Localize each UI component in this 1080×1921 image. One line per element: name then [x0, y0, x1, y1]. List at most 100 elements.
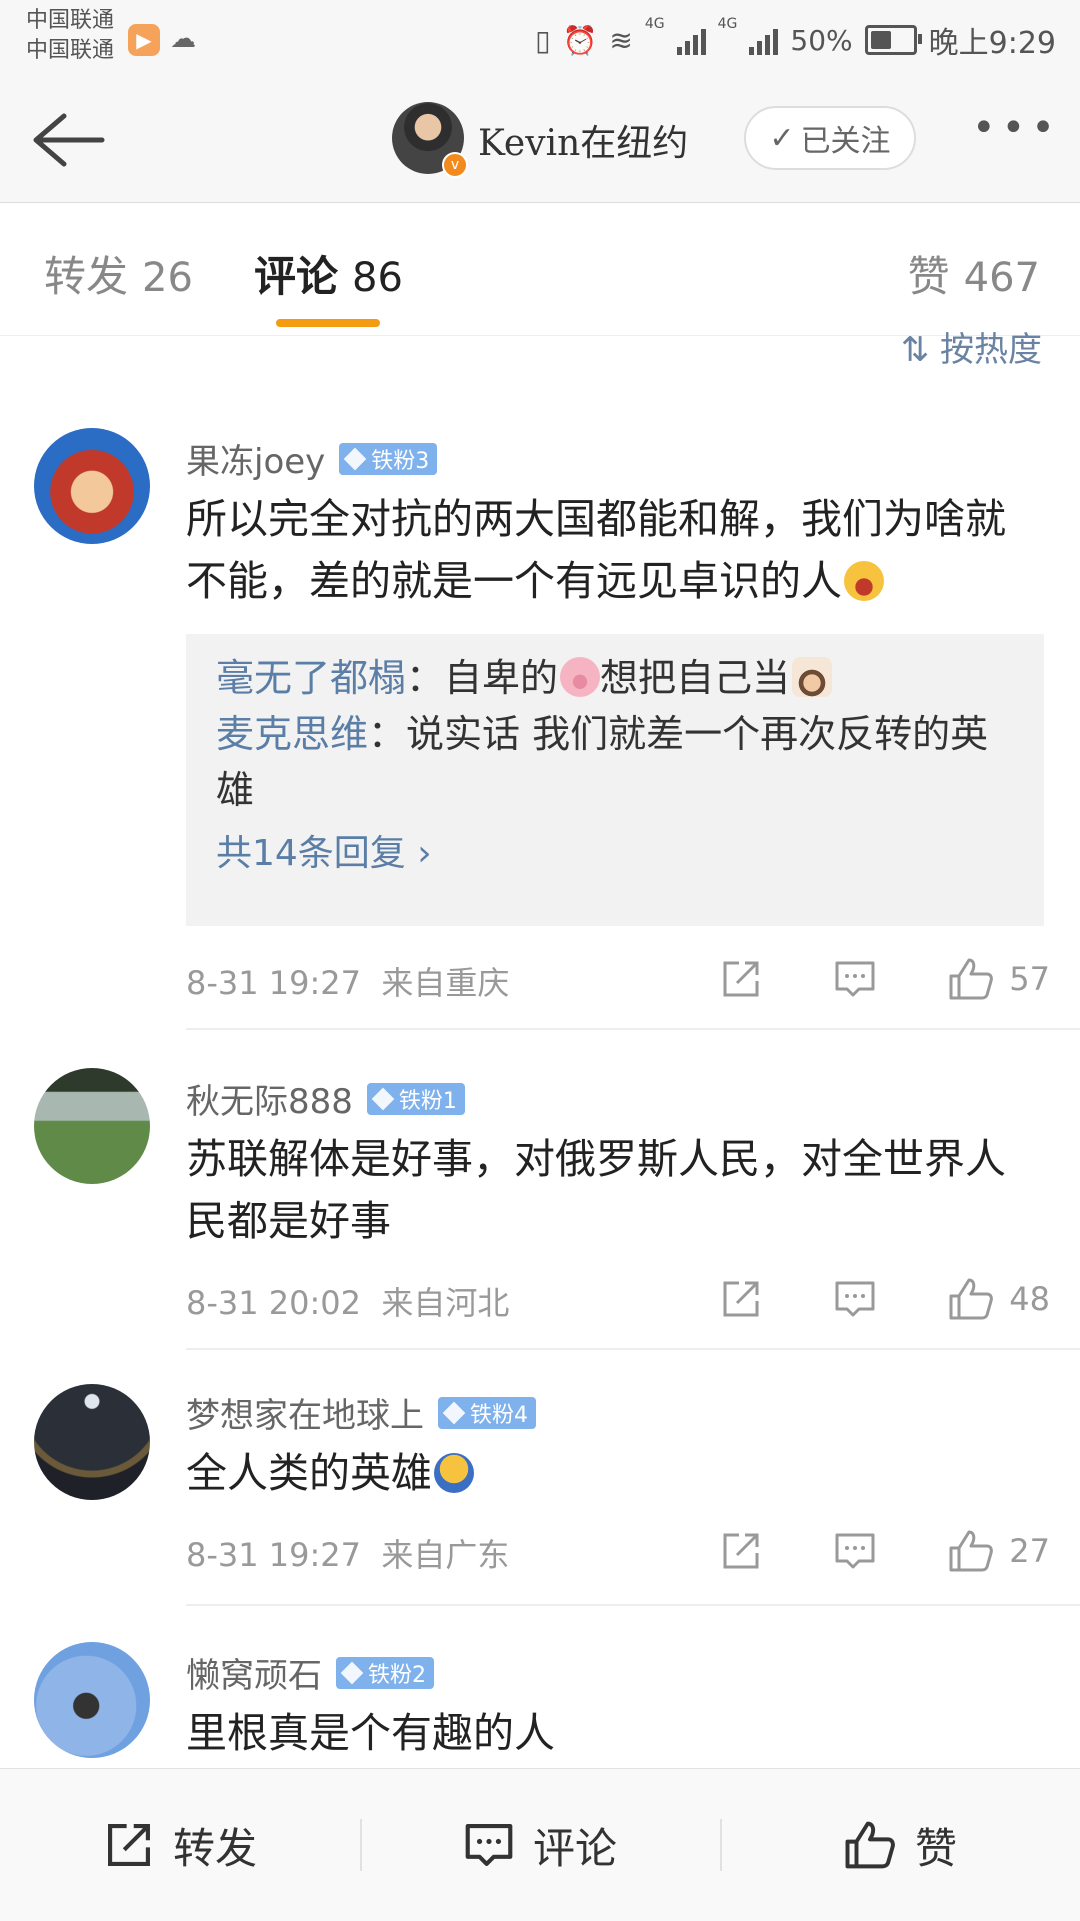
comment-meta: 8-31 19:27 来自广东 — [186, 1530, 509, 1576]
reply-comment-icon[interactable] — [833, 957, 877, 1001]
user-name: 懒窝顽石 — [186, 1656, 322, 1696]
fan-badge: 铁粉4 — [438, 1396, 536, 1429]
network-label: 4G — [644, 16, 665, 32]
comment-location: 来自广东 — [381, 1536, 510, 1574]
video-app-icon: ▶ — [128, 24, 160, 56]
verified-badge-icon: v — [442, 152, 468, 178]
comment-actions: 27 — [719, 1528, 1050, 1574]
more-menu-icon[interactable]: ••• — [972, 108, 1055, 158]
bottom-action-bar: 转发 评论 赞 — [0, 1768, 1080, 1921]
carrier-label: 中国联通 — [26, 8, 115, 33]
sort-button[interactable]: ⇅ 按热度 — [901, 322, 1042, 371]
thumbs-up-icon — [949, 958, 994, 1000]
clock: 晚上9:29 — [928, 26, 1056, 61]
reply-author[interactable]: 毫无了都榻 — [216, 656, 406, 700]
reply-comment-icon[interactable] — [833, 1277, 877, 1321]
like-button[interactable]: 57 — [947, 956, 1050, 1002]
cow-emoji-icon — [792, 657, 833, 697]
comment-user[interactable]: 果冻joey 铁粉3 — [186, 434, 438, 483]
diamond-icon — [371, 1087, 395, 1110]
avatar[interactable] — [34, 428, 150, 544]
view-more-replies-link[interactable]: 共14条回复 › — [216, 826, 1014, 882]
sort-icon: ⇅ — [900, 330, 940, 370]
comment-meta: 8-31 20:02 来自河北 — [186, 1278, 509, 1324]
reply-box[interactable]: 毫无了都榻：自卑的 想把自己当 麦克思维：说实话 我们就差一个再次反转的英雄 共1… — [186, 634, 1044, 926]
chevron-right-icon: › — [405, 833, 432, 874]
comment-time: 8-31 19:27 — [186, 1536, 362, 1574]
fan-badge-label: 铁粉2 — [368, 1662, 426, 1688]
tab-count: 86 — [352, 255, 403, 301]
comment-user[interactable]: 秋无际888 铁粉1 — [186, 1074, 465, 1123]
more-replies-label: 共14条回复 — [216, 833, 406, 874]
follow-label: 已关注 — [800, 124, 891, 159]
reply-author[interactable]: 麦克思维 — [216, 712, 368, 756]
like-button[interactable]: 27 — [947, 1528, 1050, 1574]
fan-badge: 铁粉2 — [336, 1656, 434, 1689]
tab-bar: 转发 26 评论 86 赞 467 — [0, 203, 1080, 336]
diamond-icon — [340, 1661, 364, 1684]
comment-icon — [465, 1824, 513, 1866]
reply-item: 毫无了都榻：自卑的 想把自己当 — [216, 650, 1014, 706]
comment-body: 全人类的英雄 — [186, 1449, 432, 1497]
follow-button[interactable]: ✓ 已关注 — [744, 106, 916, 170]
signal-icon — [676, 25, 706, 55]
user-name: 果冻joey — [186, 442, 326, 482]
divider — [186, 1028, 1080, 1030]
comment-meta: 8-31 19:27 来自重庆 — [186, 958, 509, 1004]
like-post-button[interactable]: 赞 — [720, 1769, 1080, 1921]
user-name: 秋无际888 — [186, 1082, 353, 1122]
avatar[interactable] — [34, 1642, 150, 1758]
like-count: 48 — [1009, 1280, 1050, 1318]
comment-time: 8-31 20:02 — [186, 1284, 362, 1322]
comment-user[interactable]: 梦想家在地球上 铁粉4 — [186, 1388, 536, 1437]
share-icon[interactable] — [719, 957, 763, 1001]
tab-label: 转发 — [44, 252, 129, 301]
network-label: 4G — [717, 16, 738, 32]
comment-text: 苏联解体是好事，对俄罗斯人民，对全世界人民都是好事 — [186, 1128, 1046, 1252]
tab-repost[interactable]: 转发 26 — [44, 243, 193, 304]
fan-badge: 铁粉1 — [366, 1082, 465, 1115]
thumbs-up-icon — [949, 1530, 994, 1572]
thumbs-up-icon — [845, 1821, 895, 1869]
wifi-icon: ≋ — [609, 23, 633, 57]
comment-location: 来自重庆 — [381, 964, 510, 1002]
reply-text: 自卑的 — [444, 656, 559, 700]
laughing-emoji-icon — [844, 561, 884, 601]
battery-icon — [864, 25, 922, 55]
pig-emoji-icon — [560, 657, 601, 697]
tab-count: 26 — [142, 255, 193, 301]
like-label: 赞 — [914, 1823, 957, 1873]
wechat-icon: ☁ — [170, 24, 196, 54]
tab-likes[interactable]: 赞 467 — [908, 243, 1040, 304]
comment-button[interactable]: 评论 — [360, 1769, 720, 1921]
fan-badge-label: 铁粉4 — [470, 1402, 528, 1428]
share-icon[interactable] — [719, 1529, 763, 1573]
sort-label: 按热度 — [940, 330, 1042, 370]
share-icon[interactable] — [719, 1277, 763, 1321]
hug-emoji-icon — [434, 1453, 474, 1493]
tab-count: 467 — [963, 255, 1040, 301]
repost-button[interactable]: 转发 — [0, 1769, 360, 1921]
divider — [186, 1604, 1080, 1606]
comment-label: 评论 — [532, 1823, 617, 1873]
carrier-label: 中国联通 — [26, 38, 115, 63]
reply-item: 麦克思维：说实话 我们就差一个再次反转的英雄 — [216, 712, 989, 812]
avatar[interactable] — [34, 1384, 150, 1500]
comment-body: 苏联解体是好事，对俄罗斯人民，对全世界人民都是好事 — [186, 1135, 1006, 1245]
back-arrow-icon[interactable] — [28, 108, 108, 172]
comment-text: 全人类的英雄 — [186, 1442, 1046, 1504]
check-icon: ✓ — [769, 120, 795, 156]
like-count: 27 — [1009, 1532, 1050, 1570]
tab-comments[interactable]: 评论 86 — [254, 243, 403, 304]
reply-text: 想把自己当 — [600, 656, 791, 700]
reply-comment-icon[interactable] — [833, 1529, 877, 1573]
user-name: 梦想家在地球上 — [186, 1396, 424, 1436]
comment-body: 所以完全对抗的两大国都能和解，我们为啥就不能，差的就是一个有远见卓识的人 — [186, 495, 1006, 605]
comment-body: 里根真是个有趣的人 — [186, 1709, 555, 1757]
comment-user[interactable]: 懒窝顽石 铁粉2 — [186, 1648, 434, 1697]
like-button[interactable]: 48 — [947, 1276, 1050, 1322]
repost-label: 转发 — [172, 1823, 257, 1873]
avatar[interactable] — [34, 1068, 150, 1184]
vibrate-icon: ▯ — [535, 23, 551, 57]
author-name[interactable]: Kevin在纽约 — [478, 114, 688, 166]
